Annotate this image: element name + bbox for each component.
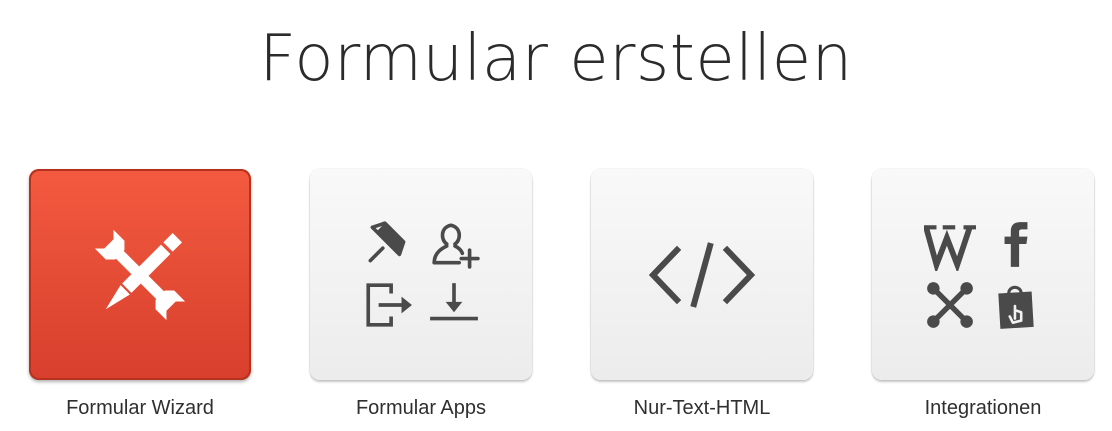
facebook-icon <box>1004 221 1028 267</box>
option-label: Formular Wizard <box>66 397 214 419</box>
form-wizard-tile[interactable] <box>29 169 251 380</box>
pushpin-icon <box>368 220 406 262</box>
option-form-apps[interactable]: Formular Apps <box>310 169 532 429</box>
code-icon <box>648 241 756 308</box>
wordpress-icon <box>924 224 976 271</box>
form-creation-options: Formular Wizard Formular Apps Nur-Text-H… <box>0 169 1112 431</box>
export-icon <box>366 282 412 327</box>
shopping-bag-icon <box>998 285 1034 329</box>
option-label: Formular Apps <box>355 397 487 419</box>
plain-html-tile[interactable] <box>591 169 813 380</box>
option-form-wizard[interactable]: Formular Wizard <box>29 169 251 429</box>
integrations-icon-grid <box>924 219 1042 331</box>
add-user-icon <box>432 222 480 269</box>
option-integrations[interactable]: Integrationen <box>872 169 1094 429</box>
option-label: Nur-Text-HTML <box>633 397 771 419</box>
form-apps-tile[interactable] <box>310 169 532 380</box>
form-apps-icon-grid <box>362 219 480 331</box>
download-icon <box>430 282 478 320</box>
wrench-pencil-icon <box>94 229 186 320</box>
integrations-tile[interactable] <box>872 169 1094 380</box>
joomla-icon <box>927 281 973 328</box>
option-plain-html[interactable]: Nur-Text-HTML <box>591 169 813 429</box>
page-title: Formular erstellen <box>259 22 853 96</box>
option-label: Integrationen <box>924 397 1042 419</box>
